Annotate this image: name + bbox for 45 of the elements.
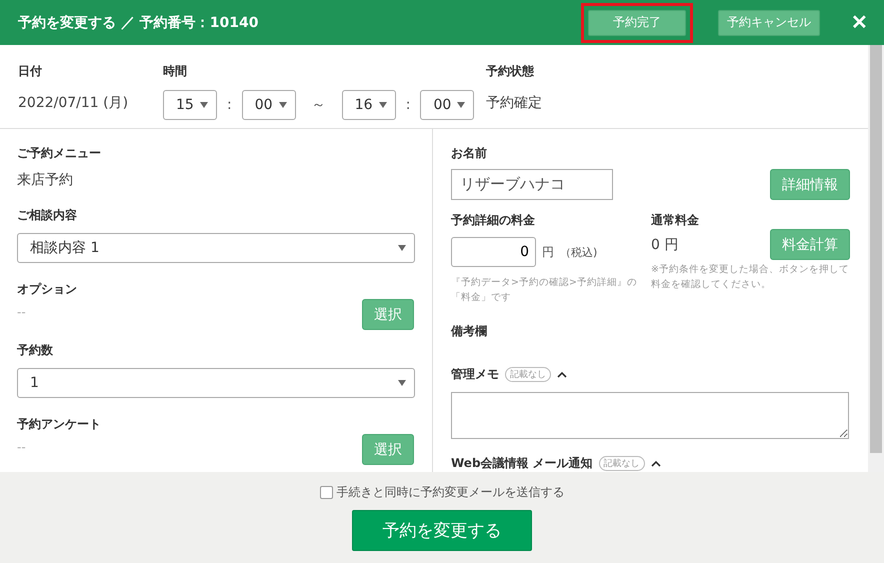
send-mail-checkbox[interactable]: 手続きと同時に予約変更メールを送信する [320, 484, 564, 501]
status-badge: 記載なし [505, 367, 551, 382]
select-field[interactable]: 00 [420, 90, 474, 120]
select-field[interactable]: 00 [242, 90, 296, 120]
scrollbar[interactable] [868, 45, 884, 472]
submit-button[interactable]: 予約を変更する [352, 510, 532, 551]
name-field[interactable]: リザーブハナコ [451, 169, 613, 200]
separator: : [404, 97, 412, 113]
select-field[interactable]: 15 [163, 90, 217, 120]
collapse-icon[interactable] [650, 460, 661, 467]
field-label: 予約数 [17, 342, 54, 359]
collapse-icon[interactable] [557, 371, 567, 378]
normal-price: 0 円 [651, 236, 678, 254]
close-button[interactable]: ✕ [845, 10, 868, 35]
price-field[interactable]: 0 [451, 237, 536, 267]
field-label: 時間 [163, 63, 188, 80]
memo-field[interactable] [451, 392, 849, 439]
field-label: 備考欄 [451, 323, 488, 340]
unit-label: 円 [542, 244, 554, 260]
select-field[interactable]: 相談内容 1 [17, 233, 415, 263]
separator: : [226, 97, 233, 113]
field-value: 来店予約 [17, 171, 74, 189]
field-label: 管理メモ [451, 366, 499, 383]
status-value: 予約確定 [486, 94, 543, 112]
field-label: オプション [17, 281, 78, 298]
field-label: 日付 [18, 63, 43, 80]
field-label: ご相談内容 [17, 207, 78, 224]
calc-note: ※予約条件を変更した場合、ボタンを押して料金を確認してください。 [651, 263, 850, 292]
field-label: 予約状態 [486, 63, 535, 80]
status-badge: 記載なし [598, 456, 645, 471]
date-value: 2022/07/11 (月) [18, 94, 130, 112]
separator: ～ [310, 96, 327, 114]
empty-value: -- [17, 440, 26, 454]
field-label: お名前 [451, 145, 488, 162]
empty-value: -- [17, 305, 26, 319]
field-label: 通常料金 [651, 212, 700, 229]
field-label: ご予約メニュー [17, 145, 102, 162]
tax-label: （税込) [560, 244, 598, 260]
field-label: 予約詳細の料金 [451, 212, 536, 229]
dialog-title: 予約を変更する ／ 予約番号：10140 [18, 14, 260, 32]
select-field[interactable]: 1 [17, 368, 415, 398]
field-label: 予約アンケート [17, 416, 102, 433]
field-label: Web会議情報 メール通知 [451, 455, 593, 472]
price-note: 『予約データ>予約の確認>予約詳細』の「料金」です [451, 276, 638, 305]
select-field[interactable]: 16 [342, 90, 396, 120]
